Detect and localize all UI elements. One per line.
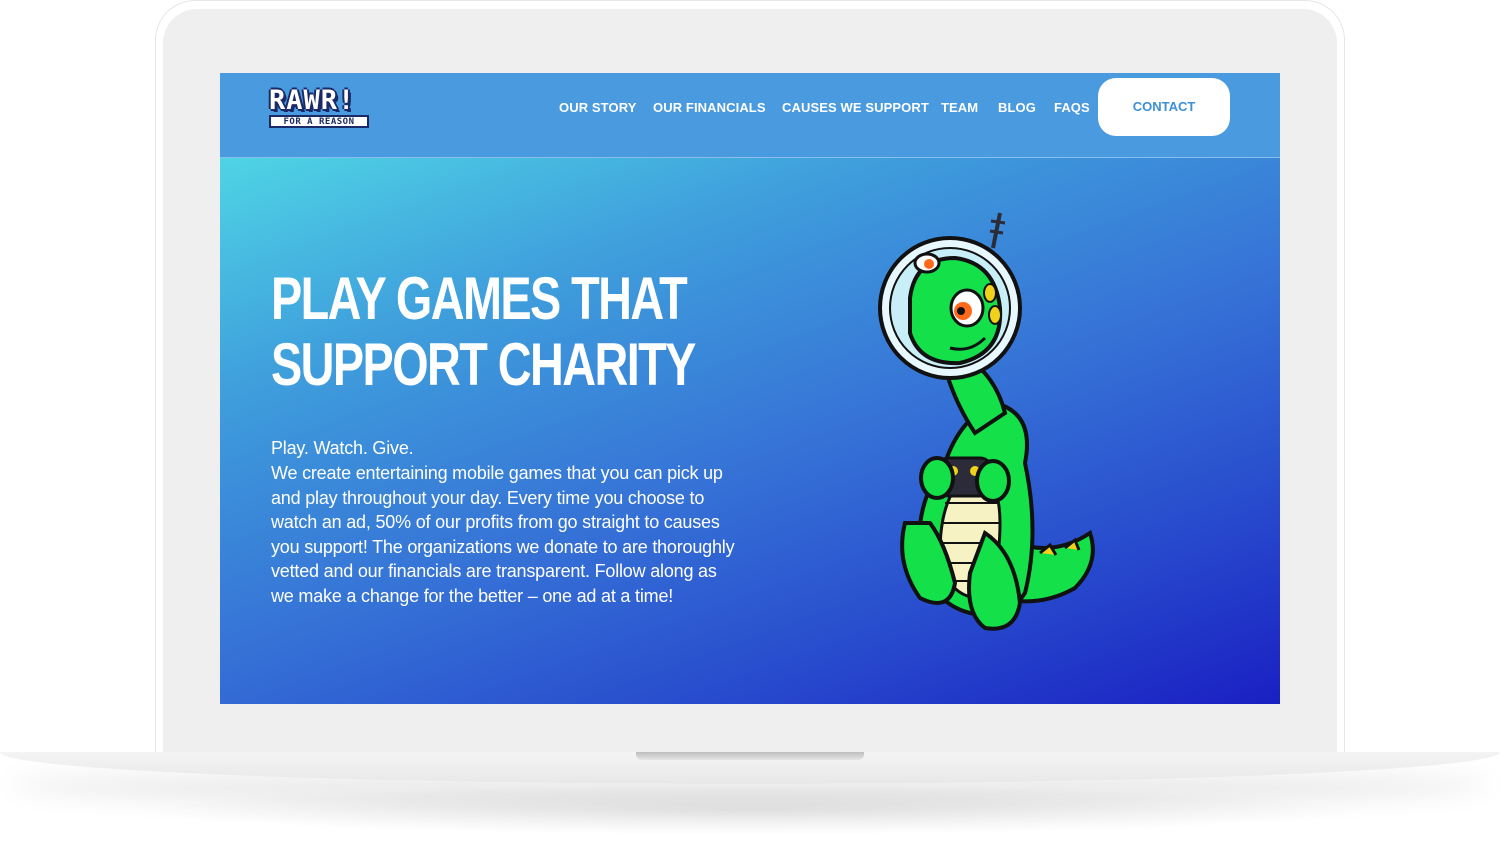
dinosaur-mascot-icon (878, 212, 1095, 631)
logo-wordmark: RAWR! (269, 85, 356, 116)
laptop-shadow (130, 785, 1370, 835)
nav-faqs[interactable]: FAQS (1054, 100, 1090, 115)
laptop-notch (636, 752, 864, 760)
nav-causes-we-support[interactable]: CAUSES WE SUPPORT (782, 100, 929, 115)
brand-logo[interactable]: RAWR! FOR A REASON (269, 87, 371, 129)
hero-tagline: Play. Watch. Give. (271, 438, 414, 458)
hero-title-line-1: PLAY GAMES THAT (271, 265, 688, 332)
hero-title: PLAY GAMES THAT SUPPORT CHARITY (271, 265, 696, 398)
contact-button[interactable]: CONTACT (1098, 78, 1230, 136)
nav-our-story[interactable]: OUR STORY (559, 100, 636, 115)
logo-subtitle: FOR A REASON (269, 115, 369, 128)
nav-team[interactable]: TEAM (941, 100, 978, 115)
hero-section: PLAY GAMES THAT SUPPORT CHARITY Play. Wa… (220, 158, 1280, 704)
nav-our-financials[interactable]: OUR FINANCIALS (653, 100, 766, 115)
website-screen: RAWR! FOR A REASON OUR STORY OUR FINANCI… (220, 73, 1280, 704)
hero-title-line-2: SUPPORT CHARITY (271, 331, 696, 398)
hero-description: We create entertaining mobile games that… (271, 463, 735, 606)
navbar: RAWR! FOR A REASON OUR STORY OUR FINANCI… (220, 73, 1280, 158)
nav-blog[interactable]: BLOG (998, 100, 1036, 115)
